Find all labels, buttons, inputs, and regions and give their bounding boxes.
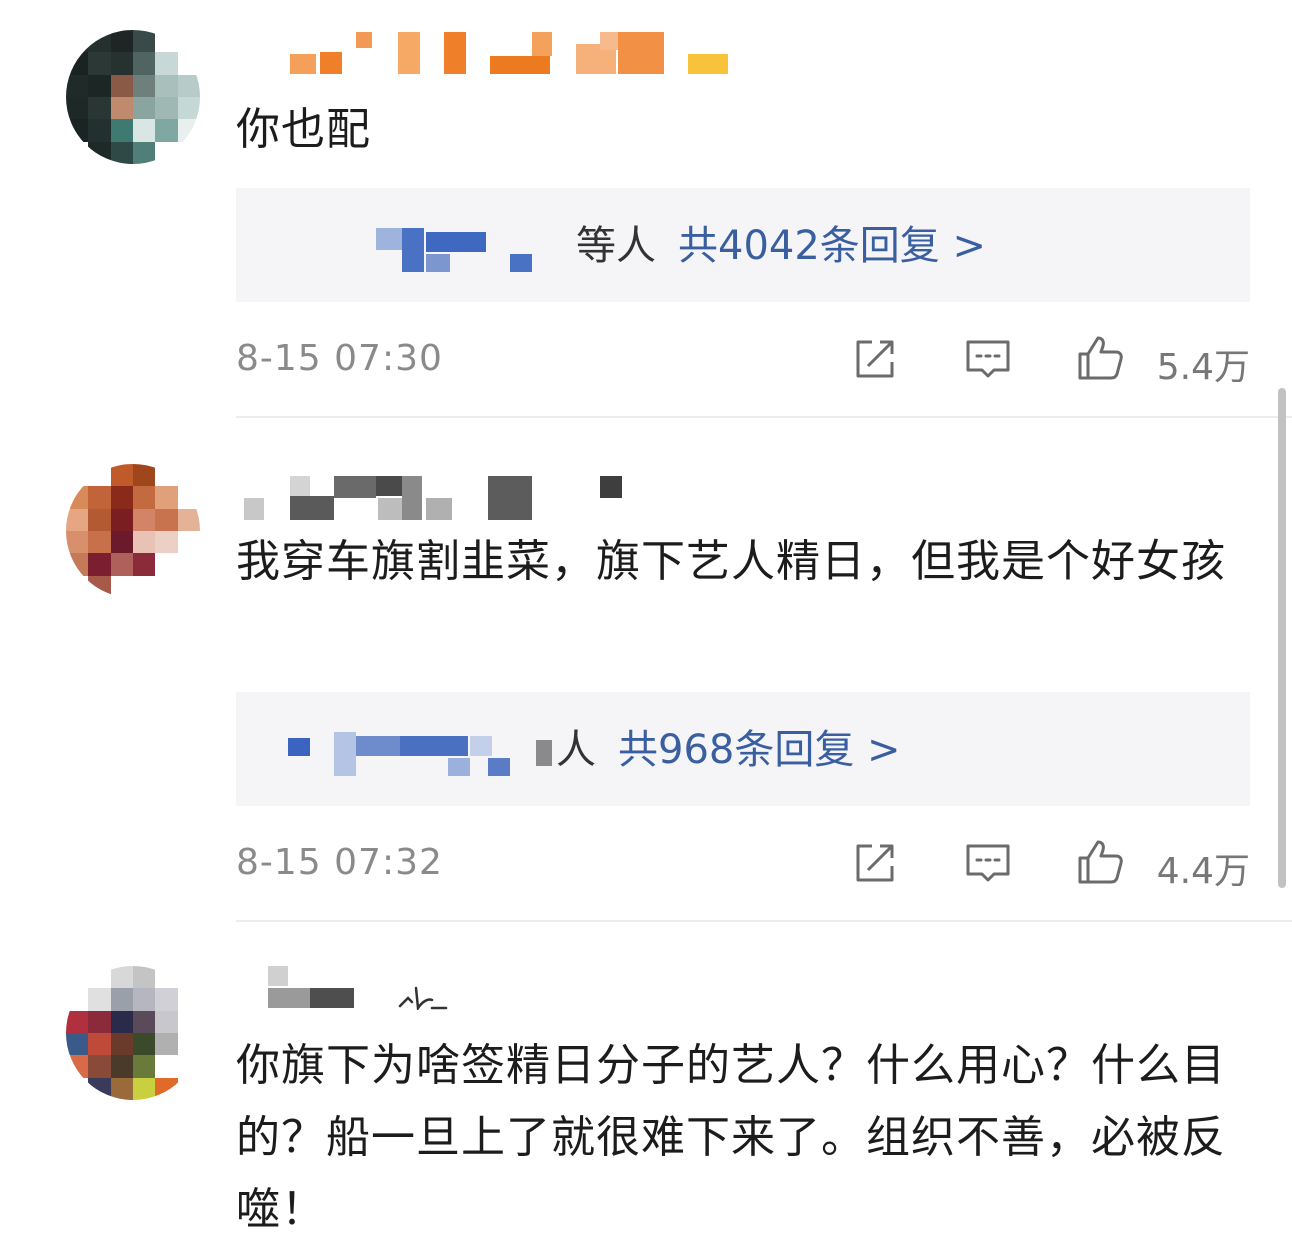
reply-suffix: 等人 [576, 223, 656, 269]
share-icon[interactable] [852, 838, 900, 886]
reply-summary-box[interactable]: 人共968条回复 > [236, 692, 1250, 806]
timestamp: 8-15 07:30 [236, 338, 443, 379]
share-icon[interactable] [852, 334, 900, 382]
thumbs-up-icon[interactable] [1076, 838, 1124, 886]
view-replies-link[interactable]: 共968条回复 > [618, 727, 901, 773]
comment-icon[interactable] [964, 838, 1012, 886]
comment-meta: 8-15 07:30 5.4万 [236, 330, 1250, 390]
reply-suffix: 人 [556, 727, 596, 773]
comment-icon[interactable] [964, 334, 1012, 382]
avatar[interactable] [66, 464, 200, 598]
reply-summary-box[interactable]: 等人 共4042条回复 > [236, 188, 1250, 302]
divider [236, 416, 1292, 418]
view-replies-link[interactable]: 共4042条回复 > [678, 223, 986, 269]
timestamp: 8-15 07:32 [236, 842, 443, 883]
avatar[interactable] [66, 30, 200, 164]
comment-text: 你旗下为啥签精日分子的艺人？什么用心？什么目的？船一旦上了就很难下来了。组织不善… [236, 1040, 1226, 1235]
thumbs-up-icon[interactable] [1076, 334, 1124, 382]
divider [236, 920, 1292, 922]
comment-meta: 8-15 07:32 4.4万 [236, 834, 1250, 894]
comment-text: 你也配 [236, 104, 371, 155]
comment-text: 我穿车旗割韭菜，旗下艺人精日，但我是个好女孩 [236, 536, 1226, 587]
scrollbar[interactable] [1278, 388, 1286, 888]
like-count: 5.4万 [1156, 347, 1250, 388]
like-count: 4.4万 [1156, 851, 1250, 892]
avatar[interactable] [66, 966, 200, 1100]
comment-feed: 你也配 等人 共4042条回复 > 8-15 07:30 5.4万 我穿车旗割韭… [0, 0, 1292, 1254]
